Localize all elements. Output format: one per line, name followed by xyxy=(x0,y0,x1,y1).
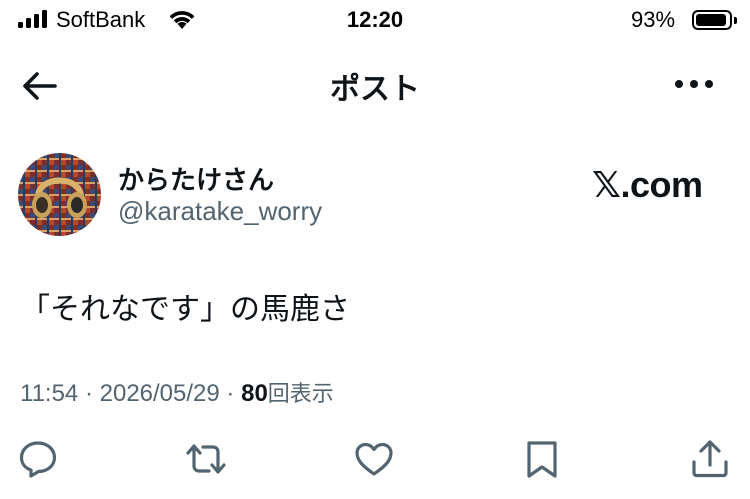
battery-level-fill xyxy=(696,14,726,26)
more-dots-icon xyxy=(675,80,713,88)
headphones-avatar-image xyxy=(18,153,101,236)
repost-button[interactable] xyxy=(185,438,227,480)
share-button[interactable] xyxy=(689,438,731,480)
x-com-watermark: 𝕏.com xyxy=(592,164,703,205)
battery-icon xyxy=(692,10,732,30)
speech-bubble-icon xyxy=(19,441,57,478)
status-bar: SoftBank 12:20 93% xyxy=(0,0,750,44)
page-title: ポスト xyxy=(330,73,420,106)
reply-button[interactable] xyxy=(17,438,59,480)
battery-percent: 93% xyxy=(631,7,676,32)
like-button[interactable] xyxy=(353,438,395,480)
avatar[interactable] xyxy=(18,153,101,236)
repost-arrows-icon xyxy=(186,444,226,474)
meta-separator: · xyxy=(84,380,93,407)
views-label[interactable]: 回表示 xyxy=(268,381,334,406)
views-count[interactable]: 80 xyxy=(241,380,268,407)
share-upload-icon xyxy=(692,440,728,478)
bookmark-button[interactable] xyxy=(521,438,563,480)
post-date: 2026/05/29 xyxy=(99,380,220,407)
post-time: 11:54 xyxy=(20,380,79,407)
heart-icon xyxy=(355,442,393,476)
post-meta: 11:54 · 2026/05/29 · 80回表示 xyxy=(20,376,334,408)
author-display-name[interactable]: からたけさん xyxy=(118,160,274,197)
more-options-button[interactable] xyxy=(670,70,720,100)
author-handle[interactable]: @karatake_worry xyxy=(118,196,322,227)
meta-separator: · xyxy=(226,380,235,407)
post-text: 「それなです」の馬鹿さ xyxy=(20,293,350,326)
battery-cap xyxy=(734,17,737,24)
bookmark-icon xyxy=(527,441,557,478)
